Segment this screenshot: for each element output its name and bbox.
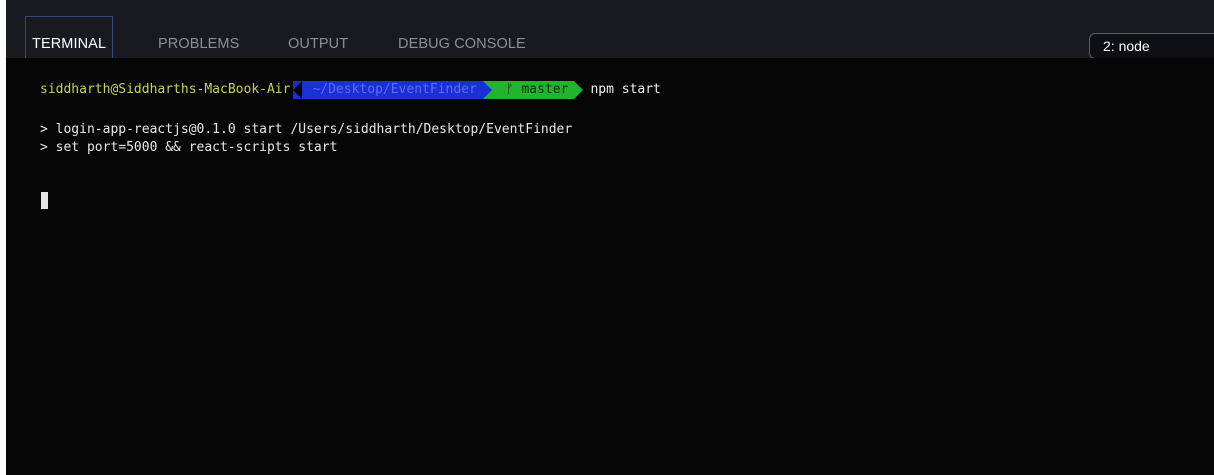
git-branch-icon: ᚠ [505, 82, 522, 97]
prompt-command: npm start [590, 82, 661, 97]
prompt-user-host: siddharth@Siddharths-MacBook-Air [40, 82, 291, 97]
terminal-panel: TERMINAL PROBLEMS OUTPUT DEBUG CONSOLE 2… [6, 0, 1214, 475]
output-line: > login-app-reactjs@0.1.0 start /Users/s… [40, 122, 573, 137]
panel-tab-bar: TERMINAL PROBLEMS OUTPUT DEBUG CONSOLE 2… [6, 0, 1214, 59]
tab-debug-console[interactable]: DEBUG CONSOLE [398, 22, 526, 58]
terminal-output-area[interactable]: siddharth@Siddharths-MacBook-Air ~/Deskto… [6, 58, 1214, 475]
prompt-branch: master [521, 82, 569, 97]
output-line: > set port=5000 && react-scripts start [40, 140, 338, 155]
tab-terminal[interactable]: TERMINAL [24, 16, 114, 58]
prompt-git-segment: ᚠ master [482, 81, 584, 99]
tab-problems[interactable]: PROBLEMS [158, 22, 239, 58]
prompt-directory: ~/Desktop/EventFinder [293, 81, 493, 99]
tab-output[interactable]: OUTPUT [288, 22, 348, 58]
terminal-instance-select[interactable]: 2: node [1089, 33, 1214, 59]
terminal-cursor [41, 192, 48, 209]
prompt-line: siddharth@Siddharths-MacBook-Air ~/Deskto… [40, 81, 661, 99]
